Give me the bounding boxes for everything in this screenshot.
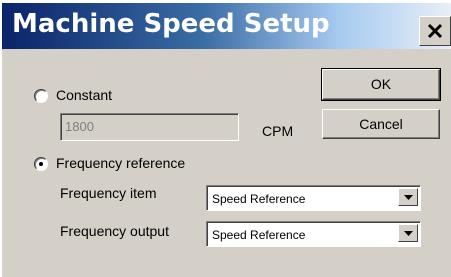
frequency-item-value: Speed Reference (212, 192, 306, 206)
constant-radio[interactable] (34, 89, 48, 103)
frequency-output-select[interactable]: Speed Reference (206, 221, 421, 247)
constant-value-field: 1800 (60, 113, 239, 141)
frequency-item-select[interactable]: Speed Reference (206, 185, 421, 211)
constant-label[interactable]: Constant (56, 87, 112, 103)
chevron-down-icon (403, 194, 413, 200)
constant-value: 1800 (65, 119, 94, 134)
machine-speed-setup-dialog: Machine Speed Setup Constant 1800 CPM Fr… (2, 3, 451, 277)
frequency-item-label: Frequency item (60, 185, 157, 201)
frequency-reference-radio[interactable] (34, 157, 48, 171)
window-title: Machine Speed Setup (12, 9, 330, 39)
frequency-item-dropdown-button[interactable] (398, 188, 418, 206)
cancel-button[interactable]: Cancel (322, 109, 440, 139)
ok-button[interactable]: OK (321, 68, 441, 101)
frequency-output-dropdown-button[interactable] (398, 224, 418, 242)
radio-selected-dot (39, 162, 43, 166)
title-bar[interactable]: Machine Speed Setup (2, 3, 451, 49)
frequency-output-label: Frequency output (60, 223, 169, 239)
chevron-down-icon (403, 230, 413, 236)
frequency-output-value: Speed Reference (212, 228, 306, 242)
close-button[interactable] (419, 16, 451, 46)
close-icon (427, 23, 443, 39)
constant-unit-label: CPM (262, 123, 294, 139)
frequency-reference-label[interactable]: Frequency reference (56, 155, 185, 171)
